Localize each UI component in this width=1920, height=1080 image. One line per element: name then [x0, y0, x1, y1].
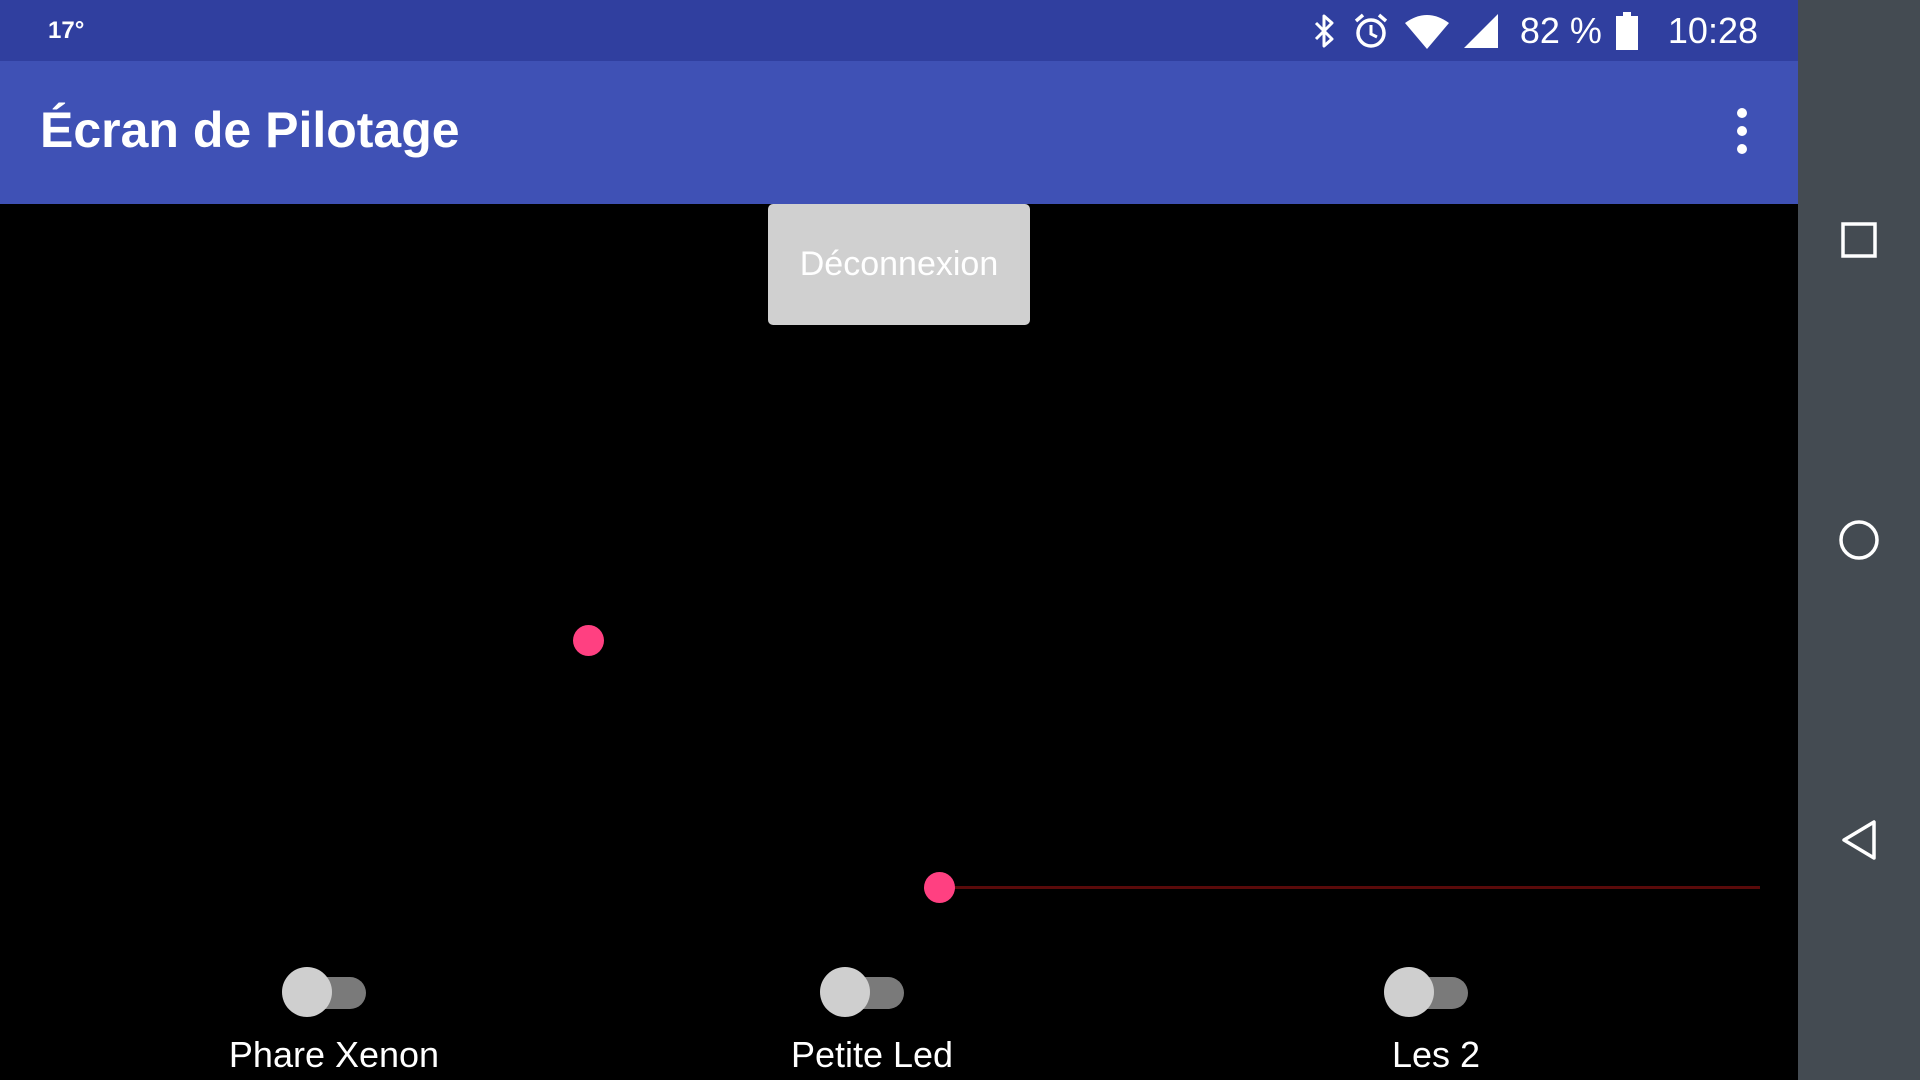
switch-phare-xenon[interactable]	[282, 966, 366, 1018]
recents-square-icon[interactable]	[1829, 210, 1889, 270]
app-bar: Écran de Pilotage	[0, 61, 1798, 204]
temperature: 17°	[48, 17, 85, 44]
back-triangle-icon[interactable]	[1829, 810, 1889, 870]
joystick-handle[interactable]	[573, 625, 604, 656]
switch-les-2[interactable]	[1384, 966, 1468, 1018]
home-circle-icon[interactable]	[1829, 510, 1889, 570]
switch-label-phare-xenon: Phare Xenon	[228, 1034, 440, 1075]
wifi-icon	[1404, 13, 1450, 49]
status-icons: 82 % 10:28	[1298, 0, 1758, 61]
switch-phare-xenon-group: Phare Xenon	[184, 960, 484, 1080]
battery-percent: 82 %	[1519, 9, 1602, 51]
navigation-bar	[1798, 0, 1920, 1080]
alarm-icon	[1352, 12, 1390, 50]
switch-petite-led-group: Petite Led	[722, 960, 1022, 1080]
switch-thumb	[1384, 967, 1434, 1017]
switch-petite-led[interactable]	[820, 966, 904, 1018]
seekbar-track[interactable]	[940, 886, 1760, 889]
more-vert-icon[interactable]	[1722, 106, 1762, 156]
battery-icon	[1615, 11, 1638, 50]
seekbar[interactable]	[924, 868, 1760, 908]
switch-thumb	[282, 967, 332, 1017]
status-bar: 17° 82 % 10:28	[0, 0, 1798, 61]
clock: 10:28	[1667, 9, 1758, 51]
disconnect-button[interactable]: Déconnexion	[768, 204, 1030, 325]
switch-les-2-group: Les 2	[1286, 960, 1586, 1080]
cell-signal-icon	[1463, 13, 1498, 48]
switch-thumb	[820, 967, 870, 1017]
switch-label-les-2: Les 2	[1391, 1034, 1481, 1075]
page-title: Écran de Pilotage	[40, 102, 460, 158]
control-panel: Déconnexion Phare Xenon Petite Led Les 2	[0, 204, 1798, 1080]
seekbar-thumb[interactable]	[924, 872, 955, 903]
switch-label-petite-led: Petite Led	[790, 1034, 954, 1075]
bluetooth-icon	[1312, 13, 1338, 49]
